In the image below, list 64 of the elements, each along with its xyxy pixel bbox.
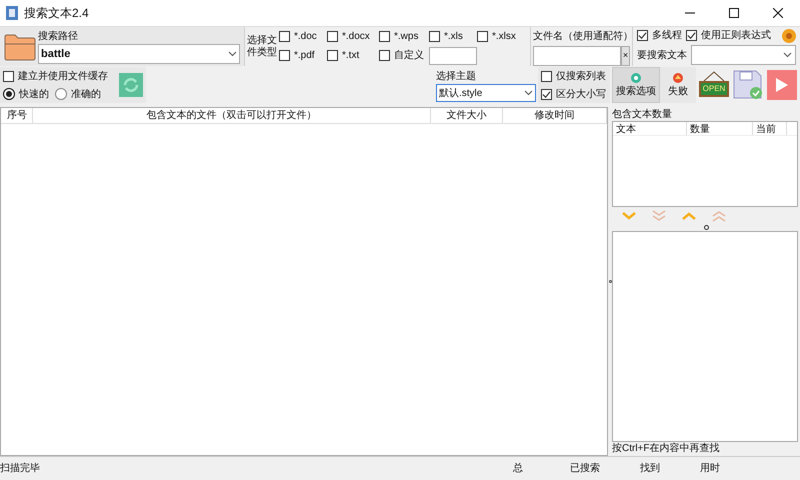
path-dropdown[interactable]: battle xyxy=(38,44,240,64)
help-icon[interactable] xyxy=(782,28,796,42)
field-label: 选择文件类型 xyxy=(247,34,278,58)
caret-icon xyxy=(783,52,792,58)
custom-extension-field[interactable] xyxy=(429,46,477,64)
caret-icon xyxy=(228,51,237,57)
column-header[interactable]: 修改时间 xyxy=(503,108,607,123)
start-button[interactable] xyxy=(767,70,797,100)
checkbox[interactable]: 多线程 xyxy=(637,28,682,43)
play-icon xyxy=(776,78,788,92)
checkbox[interactable]: *.pdf xyxy=(279,46,327,64)
column-header[interactable]: 包含文本的文件（双击可以打开文件） xyxy=(33,108,431,123)
caret-icon xyxy=(524,90,533,96)
check-icon xyxy=(638,31,647,40)
warning-icon xyxy=(672,72,684,84)
check-icon xyxy=(687,31,696,40)
filename-field[interactable] xyxy=(533,46,621,66)
splitter-handle[interactable] xyxy=(704,225,708,230)
theme-dropdown[interactable]: 默认.style xyxy=(436,84,536,102)
folder-icon[interactable] xyxy=(4,32,36,60)
maximize-icon xyxy=(729,8,739,18)
ring-icon xyxy=(630,72,642,84)
clear-button[interactable]: × xyxy=(621,46,630,66)
checkbox[interactable]: *.xlsx xyxy=(477,28,527,44)
column-header[interactable]: 数量 xyxy=(687,122,753,135)
status-text: 总 xyxy=(513,462,524,476)
checkbox[interactable]: 建立并使用文件缓存 xyxy=(3,68,108,84)
checkbox[interactable]: 仅搜索列表 xyxy=(541,68,607,84)
field-label: 选择主题 xyxy=(436,70,477,84)
field-label: 搜索路径 xyxy=(38,30,79,44)
radio-button[interactable]: 准确的 xyxy=(55,86,101,102)
checkbox[interactable]: *.txt xyxy=(327,46,379,64)
checkbox[interactable]: *.doc xyxy=(279,28,327,44)
app-icon xyxy=(6,6,18,20)
down-icon[interactable] xyxy=(622,212,636,220)
status-text: 已搜索 xyxy=(570,462,601,476)
status-text: 找到 xyxy=(640,462,661,476)
checkbox[interactable]: *.xls xyxy=(429,28,477,44)
checkbox[interactable]: 区分大小写 xyxy=(541,86,607,102)
column-header[interactable]: 文本 xyxy=(613,122,687,135)
radio-button[interactable]: 快速的 xyxy=(3,86,49,102)
field-label: 文件名（使用通配符） xyxy=(533,30,630,44)
checkbox[interactable]: *.docx xyxy=(327,28,379,44)
column-header[interactable]: 当前 xyxy=(753,122,787,135)
search-text-dropdown[interactable] xyxy=(691,45,796,65)
checkbox[interactable]: 自定义 xyxy=(379,46,429,64)
tab[interactable]: 失败 xyxy=(660,67,696,103)
status-text: 用时 xyxy=(700,462,721,476)
column-header[interactable]: 文件大小 xyxy=(431,108,503,123)
status-text: 扫描完毕 xyxy=(0,462,41,476)
checkbox[interactable]: 使用正则表达式 xyxy=(686,28,771,43)
refresh-icon[interactable] xyxy=(119,73,143,97)
window-title: 搜索文本2.4 xyxy=(24,5,89,22)
double-down-icon[interactable] xyxy=(652,210,666,222)
field-label: 要搜索文本 xyxy=(637,48,687,62)
panel-title: 包含文本数量 xyxy=(612,108,673,121)
check-icon xyxy=(542,90,551,98)
up-icon[interactable] xyxy=(682,212,696,220)
column-header[interactable]: 序号 xyxy=(1,108,33,123)
hint-text: 按Ctrl+F在内容中再查找 xyxy=(612,442,720,456)
close-icon xyxy=(773,8,783,18)
tab[interactable]: 搜索选项 xyxy=(612,67,660,103)
checkbox[interactable]: *.wps xyxy=(379,28,429,44)
save-icon[interactable] xyxy=(733,70,763,100)
